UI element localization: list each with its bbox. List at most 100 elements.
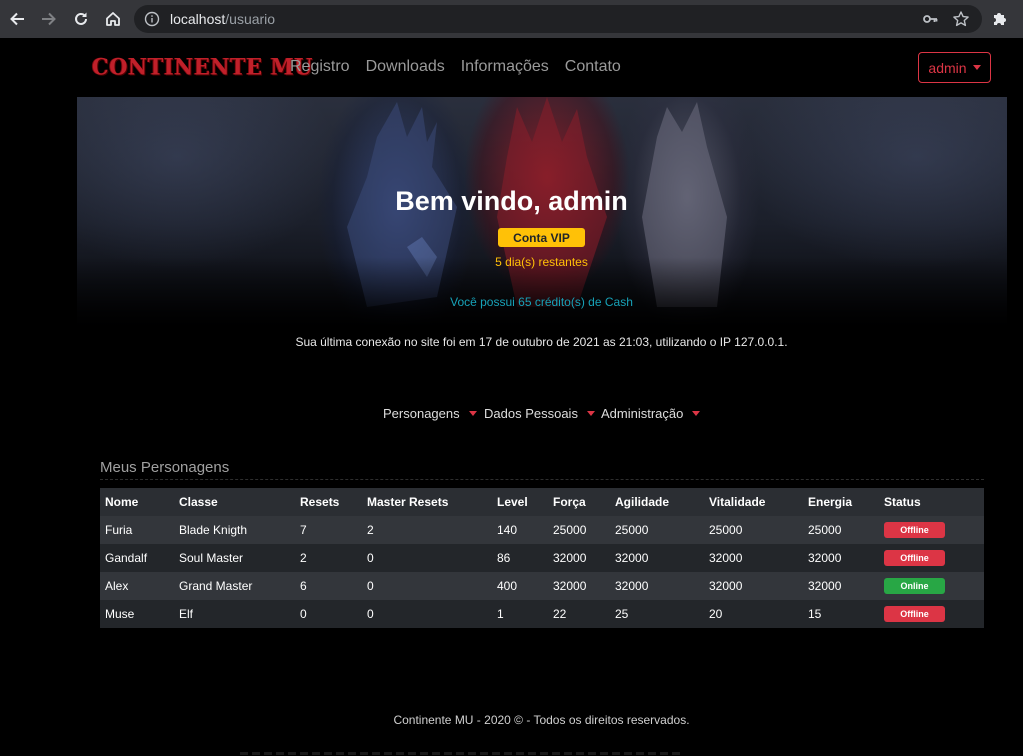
cell-status: Offline: [879, 516, 984, 544]
address-bar[interactable]: localhost/usuario: [134, 5, 982, 33]
cell-status: Offline: [879, 600, 984, 628]
cell-energia: 32000: [803, 572, 879, 600]
status-badge: Online: [884, 578, 945, 594]
cell-vitalidade: 25000: [704, 516, 803, 544]
table-header-row: Nome Classe Resets Master Resets Level F…: [100, 488, 984, 516]
cell-forca: 22: [548, 600, 610, 628]
column-header: Nome: [100, 488, 174, 516]
cell-level: 400: [492, 572, 548, 600]
menu-dados-pessoais-label: Dados Pessoais: [484, 406, 578, 421]
key-icon[interactable]: [922, 11, 938, 27]
status-badge: Offline: [884, 522, 945, 538]
info-icon[interactable]: [144, 11, 160, 27]
cell-master-resets: 0: [362, 572, 492, 600]
column-header: Vitalidade: [704, 488, 803, 516]
cell-master-resets: 0: [362, 600, 492, 628]
cell-nome: Muse: [100, 600, 174, 628]
nav-link-downloads[interactable]: Downloads: [366, 58, 445, 76]
menu-dados-pessoais[interactable]: Dados Pessoais: [484, 406, 601, 421]
cell-status: Offline: [879, 544, 984, 572]
table-row: Gandalf Soul Master 2 0 86 32000 32000 3…: [100, 544, 984, 572]
arrow-right-icon: [42, 12, 56, 26]
forward-button[interactable]: [33, 0, 65, 38]
cell-nome: Alex: [100, 572, 174, 600]
last-login-info: Sua última conexão no site foi em 17 de …: [295, 335, 788, 349]
arrow-left-icon: [10, 12, 24, 26]
caret-down-icon: [692, 411, 701, 416]
cell-vitalidade: 20: [704, 600, 803, 628]
footer-divider: [240, 752, 680, 755]
reload-icon: [75, 12, 87, 25]
cell-nome: Gandalf: [100, 544, 174, 572]
user-dropdown-button[interactable]: admin: [918, 52, 991, 83]
column-header: Classe: [174, 488, 295, 516]
column-header: Master Resets: [362, 488, 492, 516]
cell-resets: 2: [295, 544, 362, 572]
menu-administracao[interactable]: Administração: [601, 406, 701, 421]
cell-resets: 0: [295, 600, 362, 628]
cell-level: 1: [492, 600, 548, 628]
cell-energia: 25000: [803, 516, 879, 544]
column-header: Status: [879, 488, 984, 516]
site-logo[interactable]: CONTINENTE MU: [92, 53, 313, 80]
cell-agilidade: 25: [610, 600, 704, 628]
cell-master-resets: 2: [362, 516, 492, 544]
cell-agilidade: 25000: [610, 516, 704, 544]
home-icon: [106, 12, 120, 26]
cell-energia: 32000: [803, 544, 879, 572]
cell-classe: Blade Knigth: [174, 516, 295, 544]
cell-level: 86: [492, 544, 548, 572]
cell-vitalidade: 32000: [704, 544, 803, 572]
cash-credits: Você possui 65 crédito(s) de Cash: [450, 295, 633, 309]
caret-down-icon: [468, 411, 477, 416]
status-badge: Offline: [884, 606, 945, 622]
cell-agilidade: 32000: [610, 544, 704, 572]
menu-personagens[interactable]: Personagens: [383, 406, 484, 421]
cell-vitalidade: 32000: [704, 572, 803, 600]
reload-button[interactable]: [65, 0, 97, 38]
cell-forca: 32000: [548, 544, 610, 572]
cell-agilidade: 32000: [610, 572, 704, 600]
cell-master-resets: 0: [362, 544, 492, 572]
nav-link-informacoes[interactable]: Informações: [461, 58, 549, 76]
menu-administracao-label: Administração: [601, 406, 684, 421]
cell-classe: Elf: [174, 600, 295, 628]
nav-link-registro[interactable]: Registro: [290, 58, 350, 76]
cell-status: Online: [879, 572, 984, 600]
page: CONTINENTE MU Registro Downloads Informa…: [0, 38, 1023, 756]
column-header: Força: [548, 488, 610, 516]
vip-badge: Conta VIP: [498, 228, 585, 247]
star-icon[interactable]: [952, 10, 970, 28]
cell-nome: Furia: [100, 516, 174, 544]
browser-toolbar: localhost/usuario: [0, 0, 1023, 38]
section-divider: [100, 479, 984, 480]
table-row: Furia Blade Knigth 7 2 140 25000 25000 2…: [100, 516, 984, 544]
cell-classe: Soul Master: [174, 544, 295, 572]
account-menu: Personagens Dados Pessoais Administração: [383, 406, 701, 421]
cell-level: 140: [492, 516, 548, 544]
column-header: Agilidade: [610, 488, 704, 516]
main-nav: Registro Downloads Informações Contato: [290, 58, 621, 76]
status-badge: Offline: [884, 550, 945, 566]
characters-table: Nome Classe Resets Master Resets Level F…: [100, 488, 984, 628]
cell-resets: 7: [295, 516, 362, 544]
column-header: Resets: [295, 488, 362, 516]
caret-down-icon: [972, 65, 981, 70]
welcome-title: Bem vindo, admin: [395, 186, 628, 216]
home-button[interactable]: [97, 0, 129, 38]
user-dropdown-label: admin: [928, 59, 967, 76]
cell-energia: 15: [803, 600, 879, 628]
nav-link-contato[interactable]: Contato: [565, 58, 621, 76]
cell-forca: 25000: [548, 516, 610, 544]
site-navbar: CONTINENTE MU Registro Downloads Informa…: [77, 38, 1007, 98]
table-row: Alex Grand Master 6 0 400 32000 32000 32…: [100, 572, 984, 600]
url-host: localhost: [170, 11, 226, 27]
vip-days-remaining: 5 dia(s) restantes: [495, 255, 588, 269]
back-button[interactable]: [1, 0, 33, 38]
caret-down-icon: [586, 411, 595, 416]
url-text: localhost/usuario: [170, 11, 275, 27]
extensions-puzzle-icon[interactable]: [990, 9, 1010, 29]
url-path: /usuario: [225, 11, 276, 27]
cell-resets: 6: [295, 572, 362, 600]
footer-copyright: Continente MU - 2020 © - Todos os direit…: [393, 713, 690, 727]
